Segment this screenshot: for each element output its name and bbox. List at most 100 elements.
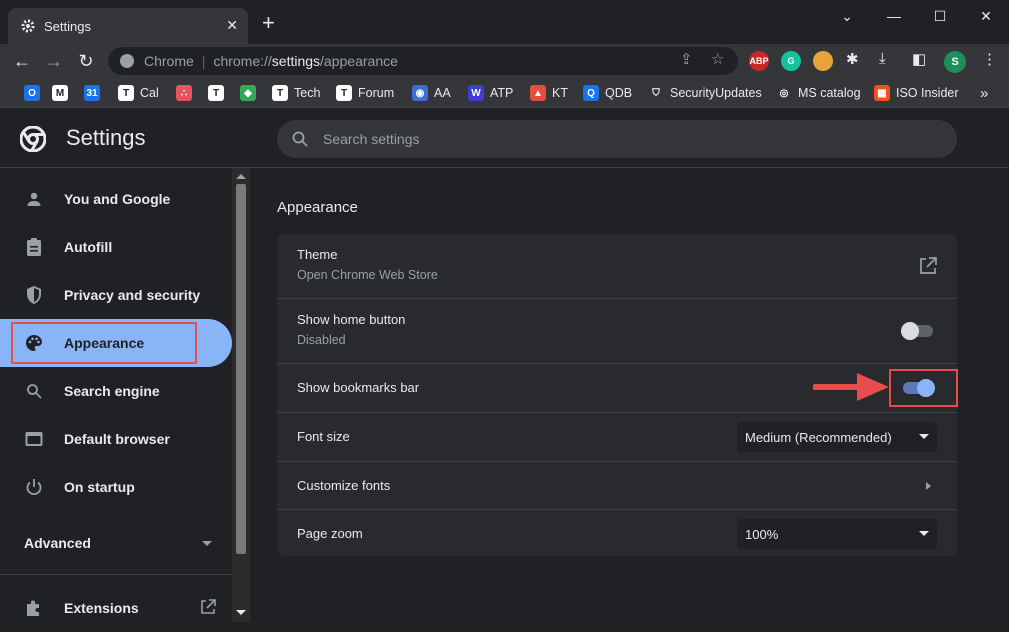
address-bar[interactable]: Chrome | chrome://settings/appearance [108, 47, 738, 75]
font-size-label: Font size [297, 429, 350, 444]
sidebar-item-search-engine[interactable]: Search engine [0, 367, 232, 415]
side-panel-icon[interactable]: ◧ [912, 50, 926, 68]
sidebar-item-privacy-and-security[interactable]: Privacy and security [0, 271, 232, 319]
bookmark-item[interactable]: T Forum [336, 84, 394, 102]
home-button-toggle[interactable] [901, 322, 933, 340]
back-button[interactable]: ← [10, 49, 34, 73]
sidebar-divider [0, 574, 232, 575]
advanced-label: Advanced [24, 535, 91, 551]
open-in-new-icon[interactable] [200, 599, 216, 618]
browser-icon [24, 429, 44, 449]
search-input[interactable] [323, 131, 923, 147]
bookmark-item[interactable]: ▲ KT [530, 84, 568, 102]
bookmark-favicon-icon: ◆ [240, 85, 256, 101]
scroll-thumb[interactable] [236, 184, 246, 554]
bookmark-item[interactable]: Q QDB [583, 84, 632, 102]
bookmark-star-icon[interactable]: ☆ [711, 50, 724, 68]
sidebar-advanced[interactable]: Advanced [0, 519, 232, 567]
bookmark-item[interactable]: ∴ [176, 84, 198, 102]
reload-button[interactable]: ↻ [74, 49, 98, 73]
bookmarks-overflow-button[interactable]: » [980, 84, 988, 102]
forward-button[interactable]: → [42, 49, 66, 73]
search-box[interactable] [277, 120, 957, 158]
new-tab-button[interactable]: + [262, 12, 275, 34]
open-in-new-icon[interactable] [919, 257, 937, 280]
bookmark-item[interactable]: ◆ [240, 84, 262, 102]
sidebar-item-label: On startup [64, 479, 135, 495]
tab-close-icon[interactable]: ✕ [226, 17, 238, 34]
minimize-button[interactable]: — [871, 0, 917, 32]
bookmark-favicon-icon: ∴ [176, 85, 192, 101]
menu-icon[interactable]: ⋮ [982, 50, 997, 68]
page-zoom-value: 100% [745, 526, 779, 542]
bookmark-item[interactable]: ◎ MS catalog [776, 84, 861, 102]
annotation-highlight-box [889, 369, 958, 407]
adblock-extension-icon[interactable]: ABP [749, 51, 769, 71]
home-button-label: Show home button [297, 312, 406, 327]
theme-row[interactable]: Theme Open Chrome Web Store [277, 234, 957, 298]
maximize-button[interactable]: ☐ [917, 0, 963, 32]
font-size-select[interactable]: Medium (Recommended) [737, 422, 937, 452]
profile-avatar[interactable]: S [944, 51, 966, 73]
search-icon [24, 381, 44, 401]
tab-search-icon[interactable]: ⌄ [824, 0, 870, 32]
bookmarks-bar: O M 31 T Cal ∴ T ◆ T Tech T Forum ◉ AA W ATP ▲ KT Q QDB ⛉ Sec… [0, 78, 1009, 108]
site-chip: Chrome [144, 53, 194, 69]
bookmark-favicon-icon: ⛉ [648, 85, 664, 101]
bookmark-favicon-icon: T [208, 85, 224, 101]
bookmark-item[interactable]: ⛉ SecurityUpdates [648, 84, 762, 102]
bookmark-item[interactable]: ▦ ISO Insider [874, 84, 959, 102]
omnibox-separator: | [201, 53, 206, 69]
sidebar-item-autofill[interactable]: Autofill [0, 223, 232, 271]
page-zoom-label: Page zoom [297, 526, 363, 541]
sidebar-item-label: Privacy and security [64, 287, 201, 303]
page-zoom-select[interactable]: 100% [737, 519, 937, 549]
close-window-button[interactable]: ✕ [963, 0, 1009, 32]
extension-icon[interactable] [813, 51, 833, 71]
sidebar-item-you-and-google[interactable]: You and Google [0, 175, 232, 223]
bookmark-item[interactable]: M [52, 84, 74, 102]
download-icon[interactable]: ⤓ [879, 50, 886, 67]
scroll-up-arrow[interactable] [236, 174, 246, 179]
chevron-right-icon [926, 482, 931, 490]
bookmark-item[interactable]: W ATP [468, 84, 513, 102]
extensions-puzzle-icon[interactable]: ✱ [846, 50, 859, 68]
tab-settings[interactable]: Settings ✕ [8, 8, 248, 44]
section-title: Appearance [277, 199, 358, 216]
tab-strip: Settings ✕ + ⌄ — ☐ ✕ [0, 0, 1009, 44]
scroll-down-arrow[interactable] [236, 610, 246, 615]
bookmark-favicon-icon: T [336, 85, 352, 101]
annotation-highlight-box [11, 322, 197, 364]
bookmark-item[interactable]: O [24, 84, 46, 102]
sidebar-item-default-browser[interactable]: Default browser [0, 415, 232, 463]
browser-toolbar: ← → ↻ Chrome | chrome://settings/appeara… [0, 44, 1009, 78]
bookmark-item[interactable]: 31 [84, 84, 106, 102]
chrome-logo-icon [20, 126, 46, 152]
sidebar-scrollbar[interactable] [232, 168, 250, 622]
font-size-row: Font size Medium (Recommended) [277, 412, 957, 461]
bookmark-favicon-icon: W [468, 85, 484, 101]
bookmark-favicon-icon: 31 [84, 85, 100, 101]
bookmark-label: Forum [358, 86, 395, 100]
grammarly-extension-icon[interactable]: G [781, 51, 801, 71]
share-icon[interactable]: ⇪ [680, 50, 693, 68]
font-size-value: Medium (Recommended) [745, 429, 892, 445]
sidebar-item-label: Search engine [64, 383, 160, 399]
bookmark-item[interactable]: T Tech [272, 84, 320, 102]
url-path: settings [271, 53, 321, 69]
bookmark-item[interactable]: ◉ AA [412, 84, 451, 102]
bookmark-favicon-icon: ▦ [874, 85, 890, 101]
annotation-arrow [813, 373, 889, 401]
customize-fonts-row[interactable]: Customize fonts [277, 461, 957, 509]
sidebar-item-label: You and Google [64, 191, 171, 207]
page-title: Settings [66, 125, 146, 150]
url-path-rest: /appearance [320, 53, 398, 69]
home-button-row[interactable]: Show home button Disabled [277, 298, 957, 363]
bookmark-label: SecurityUpdates [670, 86, 762, 100]
chevron-down-icon [202, 541, 212, 546]
bookmark-item[interactable]: T [208, 84, 230, 102]
sidebar-item-extensions[interactable]: Extensions [0, 584, 232, 632]
bookmark-item[interactable]: T Cal [118, 84, 159, 102]
sidebar-item-on-startup[interactable]: On startup [0, 463, 232, 511]
settings-sidebar: You and Google Autofill Privacy and secu… [0, 168, 232, 622]
